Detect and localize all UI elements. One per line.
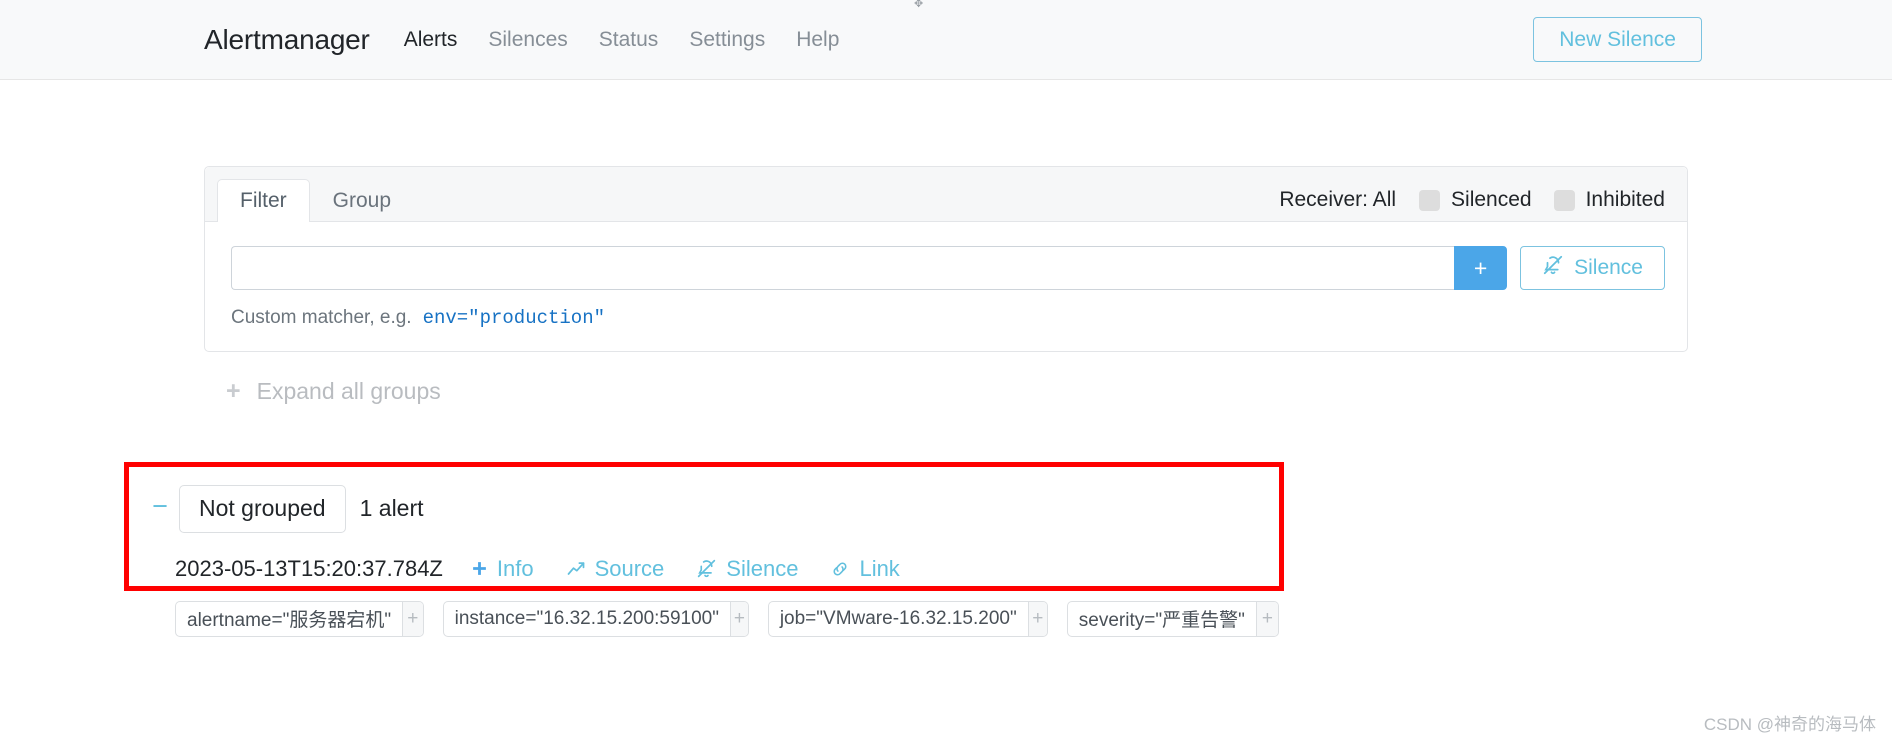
alert-label-add-button[interactable]: +: [1027, 601, 1047, 636]
new-silence-button[interactable]: New Silence: [1533, 17, 1702, 62]
alert-action-link[interactable]: Link: [830, 555, 900, 582]
chart-line-icon: [566, 559, 586, 579]
alert-action-link-label: Link: [859, 555, 900, 581]
alert-group-header: − Not grouped 1 alert: [129, 485, 1279, 533]
alert-label-chip: job="VMware-16.32.15.200" +: [767, 600, 1048, 637]
tab-filter[interactable]: Filter: [217, 178, 310, 222]
nav-link-settings[interactable]: Settings: [689, 28, 765, 52]
checkbox-inhibited-label: Inhibited: [1585, 188, 1665, 211]
link-icon: [830, 559, 850, 579]
alert-item: 2023-05-13T15:20:37.784Z Info Source Sil…: [129, 556, 1280, 637]
filter-tab-header: Filter Group Receiver: All Silenced Inhi…: [205, 167, 1687, 222]
matcher-input-row: + Silence: [231, 246, 1665, 290]
alert-label-text: instance="16.32.15.200:59100": [454, 607, 719, 629]
filter-toggles: Receiver: All Silenced Inhibited: [1279, 188, 1665, 221]
watermark: CSDN @神奇的海马体: [1703, 715, 1876, 734]
app-brand-title: Alertmanager: [204, 23, 370, 55]
page-content: Filter Group Receiver: All Silenced Inhi…: [0, 80, 1892, 405]
nav-link-help[interactable]: Help: [796, 28, 839, 52]
alert-label-add-button[interactable]: +: [1255, 601, 1279, 636]
receiver-label[interactable]: Receiver: All: [1279, 188, 1396, 212]
checkbox-silenced-label: Silenced: [1451, 188, 1532, 211]
tab-group[interactable]: Group: [310, 179, 414, 222]
nav-link-status[interactable]: Status: [599, 28, 659, 52]
alert-group-highlight-box: − Not grouped 1 alert 2023-05-13T15:20:3…: [124, 462, 1284, 637]
alert-label-chip: alertname="服务器宕机" +: [175, 600, 424, 637]
alert-label-text: alertname="服务器宕机": [187, 610, 392, 632]
collapse-minus-icon[interactable]: −: [141, 493, 179, 520]
alert-labels-row: alertname="服务器宕机" + instance="16.32.15.2…: [175, 600, 1280, 637]
alert-action-silence[interactable]: Silence: [696, 556, 798, 582]
alert-count-label: 1 alert: [359, 495, 424, 522]
filter-body: + Silence Custom matcher, e.g. env="prod…: [205, 222, 1687, 351]
checkbox-silenced[interactable]: Silenced: [1419, 188, 1532, 212]
matcher-help-prefix: Custom matcher, e.g.: [231, 307, 412, 328]
matcher-search-input[interactable]: [231, 246, 1455, 290]
alert-action-silence-label: Silence: [726, 555, 799, 581]
alert-action-info[interactable]: Info: [471, 556, 534, 582]
expand-all-groups-label: Expand all groups: [256, 378, 441, 404]
alert-label-add-button[interactable]: +: [730, 601, 748, 636]
alert-label-chip: severity="严重告警" +: [1066, 600, 1280, 637]
plus-icon: +: [226, 377, 241, 405]
alert-group: − Not grouped 1 alert 2023-05-13T15:20:3…: [129, 467, 1280, 637]
bell-slash-icon: [1542, 254, 1564, 282]
mouse-cursor-artifact: ✥: [914, 0, 924, 10]
group-name-button[interactable]: Not grouped: [179, 485, 346, 533]
top-navbar: Alertmanager Alerts Silences Status Sett…: [0, 0, 1892, 80]
expand-all-groups[interactable]: + Expand all groups: [204, 378, 1688, 405]
matcher-help-example: env="production": [422, 307, 606, 329]
alert-label-text: severity="严重告警": [1078, 610, 1245, 632]
alert-action-info-label: Info: [496, 555, 534, 581]
checkbox-inhibited[interactable]: Inhibited: [1553, 188, 1665, 212]
alert-action-source[interactable]: Source: [566, 555, 665, 582]
filter-card: Filter Group Receiver: All Silenced Inhi…: [204, 166, 1688, 352]
alert-label-text: job="VMware-16.32.15.200": [779, 607, 1017, 629]
silence-filter-button[interactable]: Silence: [1520, 246, 1665, 290]
alert-label-add-button[interactable]: +: [402, 601, 423, 636]
alert-action-source-label: Source: [594, 555, 665, 581]
alert-timestamp: 2023-05-13T15:20:37.784Z: [175, 555, 443, 581]
checkbox-silenced-box[interactable]: [1419, 189, 1441, 211]
add-matcher-button[interactable]: +: [1454, 246, 1508, 290]
main-nav: Alerts Silences Status Settings Help: [404, 28, 840, 52]
bell-slash-icon: [696, 558, 717, 579]
nav-link-alerts[interactable]: Alerts: [404, 28, 458, 52]
nav-link-silences[interactable]: Silences: [488, 28, 567, 52]
alert-actions-row: 2023-05-13T15:20:37.784Z Info Source Sil…: [175, 556, 1279, 582]
silence-filter-button-label: Silence: [1574, 256, 1643, 279]
matcher-help: Custom matcher, e.g. env="production": [231, 307, 1665, 329]
alert-label-chip: instance="16.32.15.200:59100" +: [442, 600, 749, 637]
plus-icon: [471, 560, 488, 577]
checkbox-inhibited-box[interactable]: [1553, 189, 1575, 211]
